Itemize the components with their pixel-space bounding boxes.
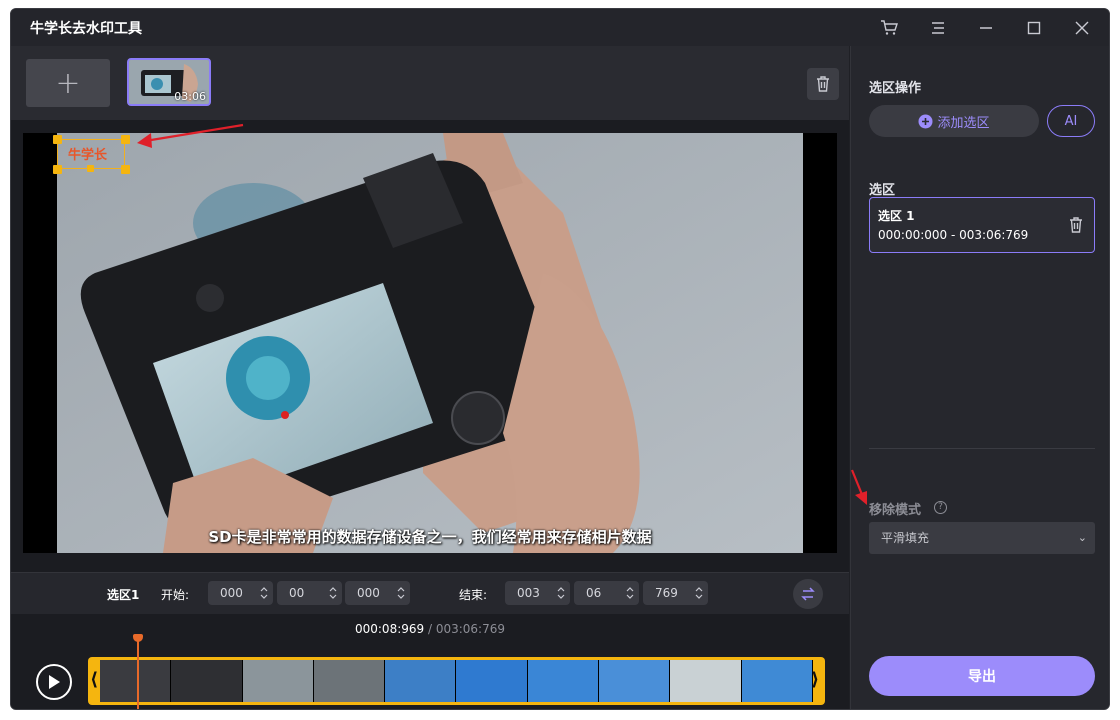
end-ms-input[interactable]: 769 — [643, 581, 708, 605]
range-end-handle[interactable]: ⟩ — [811, 669, 819, 690]
start-hours-input[interactable]: 000 — [208, 581, 273, 605]
add-media-button[interactable]: + — [26, 59, 110, 107]
divider — [869, 448, 1095, 449]
playhead[interactable] — [137, 636, 139, 709]
selections-title: 选区 — [869, 183, 896, 198]
current-time: 000:08:969 — [354, 622, 425, 636]
removal-mode-value: 平滑填充 — [881, 531, 930, 545]
timeline-frame — [456, 660, 528, 702]
timeline-frame — [313, 660, 386, 702]
timeline-frame — [171, 660, 243, 702]
timeline-frame — [100, 660, 172, 702]
stepper-arrows-icon[interactable] — [694, 584, 704, 602]
export-button[interactable]: 导出 — [869, 656, 1095, 696]
resize-handle-bottom-right[interactable] — [121, 165, 130, 174]
removal-mode-select[interactable]: 平滑填充 ⌄ — [869, 522, 1095, 554]
timeline-frame — [741, 660, 813, 702]
timeline-frame — [385, 660, 457, 702]
video-preview-area: SD卡是非常常用的数据存储设备之一，我们经常用来存储相片数据 牛学长 — [11, 126, 849, 572]
add-selection-label: 添加选区 — [937, 115, 990, 131]
trash-icon[interactable] — [1068, 216, 1084, 234]
watermark-text: 牛学长 — [68, 148, 108, 163]
stepper-arrows-icon[interactable] — [625, 584, 635, 602]
stepper-arrows-icon[interactable] — [259, 584, 269, 602]
end-hours-input[interactable]: 003 — [505, 581, 570, 605]
timeline-frame — [527, 660, 600, 702]
video-frame[interactable]: SD卡是非常常用的数据存储设备之一，我们经常用来存储相片数据 — [23, 133, 837, 553]
selection-range: 000:00:000 - 003:06:769 — [878, 228, 1029, 242]
resize-handle-top-right[interactable] — [121, 135, 130, 144]
end-minutes-input[interactable]: 06 — [574, 581, 639, 605]
start-minutes-input[interactable]: 00 — [277, 581, 342, 605]
frame-strip — [100, 660, 813, 702]
timeline-frame — [599, 660, 671, 702]
resize-handle-bottom[interactable] — [87, 165, 94, 172]
range-bar: 选区1 开始: 000 00 000 结束: 003 06 769 — [11, 572, 849, 614]
timeline-frame — [242, 660, 314, 702]
selection-ops-title: 选区操作 — [869, 81, 922, 96]
video-scene — [57, 133, 803, 553]
title-bar: 牛学长去水印工具 — [11, 9, 1109, 46]
start-ms-input[interactable]: 000 — [345, 581, 410, 605]
play-button[interactable] — [36, 664, 72, 700]
ai-button[interactable]: AI — [1047, 105, 1095, 137]
stepper-arrows-icon[interactable] — [328, 584, 338, 602]
menu-icon[interactable] — [925, 15, 951, 41]
video-thumbnail[interactable]: 03:06 — [127, 58, 211, 106]
play-icon — [49, 675, 60, 689]
selection-name: 选区 1 — [878, 209, 915, 223]
app-title: 牛学长去水印工具 — [30, 21, 142, 37]
end-label: 结束: — [459, 588, 488, 602]
resize-handle-top-left[interactable] — [53, 135, 62, 144]
delete-media-button[interactable] — [807, 68, 839, 100]
close-icon[interactable] — [1069, 15, 1095, 41]
media-bar: + 03:06 — [11, 46, 849, 120]
removal-mode-label: 移除模式 — [869, 503, 922, 518]
resize-handle-bottom-left[interactable] — [53, 165, 62, 174]
timeline: 000:08:969 / 003:06:769 ⟨ ⟩ — [11, 614, 849, 709]
trash-icon — [817, 76, 829, 92]
range-selection-label: 选区1 — [107, 588, 140, 602]
thumbnail-duration: 03:06 — [174, 90, 206, 103]
app-window: 牛学长去水印工具 + 03:06 SD卡是非常常用的数据存储设备之一，我们经常用… — [10, 8, 1110, 710]
timeline-track[interactable]: ⟨ ⟩ — [88, 657, 825, 705]
plus-circle-icon — [918, 114, 933, 128]
editor-panel: + 03:06 SD卡是非常常用的数据存储设备之一，我们经常用来存储相片数据 牛… — [11, 46, 849, 709]
timeline-frame — [670, 660, 742, 702]
total-time: 003:06:769 — [435, 622, 505, 636]
stepper-arrows-icon[interactable] — [396, 584, 406, 602]
video-subtitle: SD卡是非常常用的数据存储设备之一，我们经常用来存储相片数据 — [208, 528, 652, 546]
swap-icon — [801, 587, 815, 601]
range-start-handle[interactable]: ⟨ — [90, 669, 98, 690]
minimize-icon[interactable] — [973, 15, 999, 41]
selection-sidebar: 选区操作 添加选区 AI 选区 选区 1 000:00:000 - 003:06… — [850, 46, 1109, 709]
help-icon[interactable]: ? — [934, 501, 947, 514]
selection-card[interactable]: 选区 1 000:00:000 - 003:06:769 — [869, 197, 1095, 253]
stepper-arrows-icon[interactable] — [556, 584, 566, 602]
start-label: 开始: — [161, 588, 190, 602]
swap-range-button[interactable] — [793, 579, 823, 609]
chevron-down-icon: ⌄ — [1077, 531, 1087, 544]
add-selection-button[interactable]: 添加选区 — [869, 105, 1039, 137]
cart-icon[interactable] — [876, 15, 902, 41]
maximize-icon[interactable] — [1021, 15, 1047, 41]
